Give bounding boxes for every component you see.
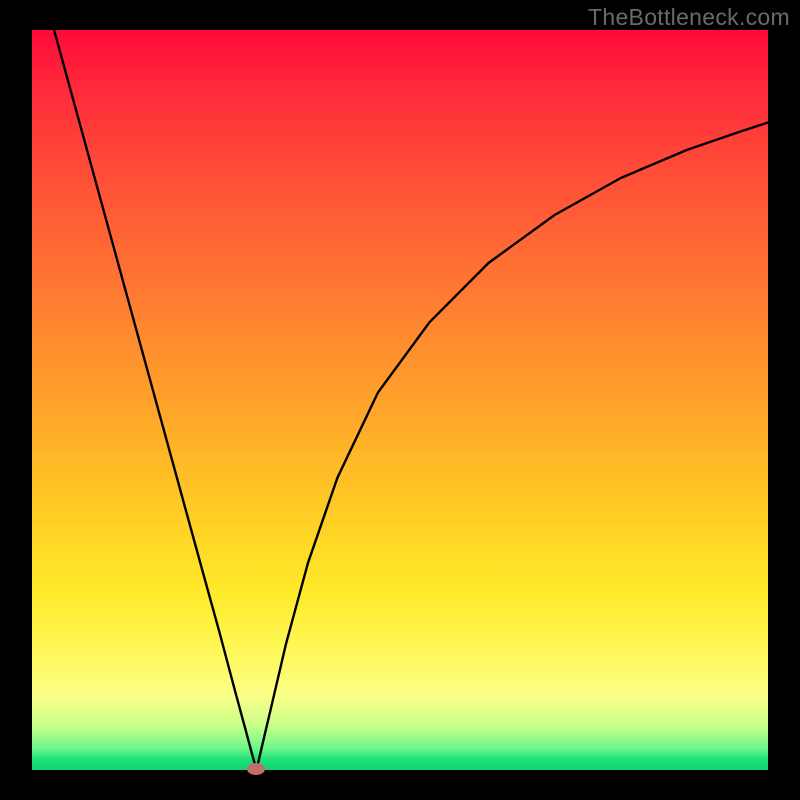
minimum-marker [247,763,265,775]
watermark-text: TheBottleneck.com [588,4,790,31]
curve-svg [32,30,768,770]
bottleneck-curve [54,30,768,770]
chart-frame: TheBottleneck.com [0,0,800,800]
plot-area [32,30,768,770]
